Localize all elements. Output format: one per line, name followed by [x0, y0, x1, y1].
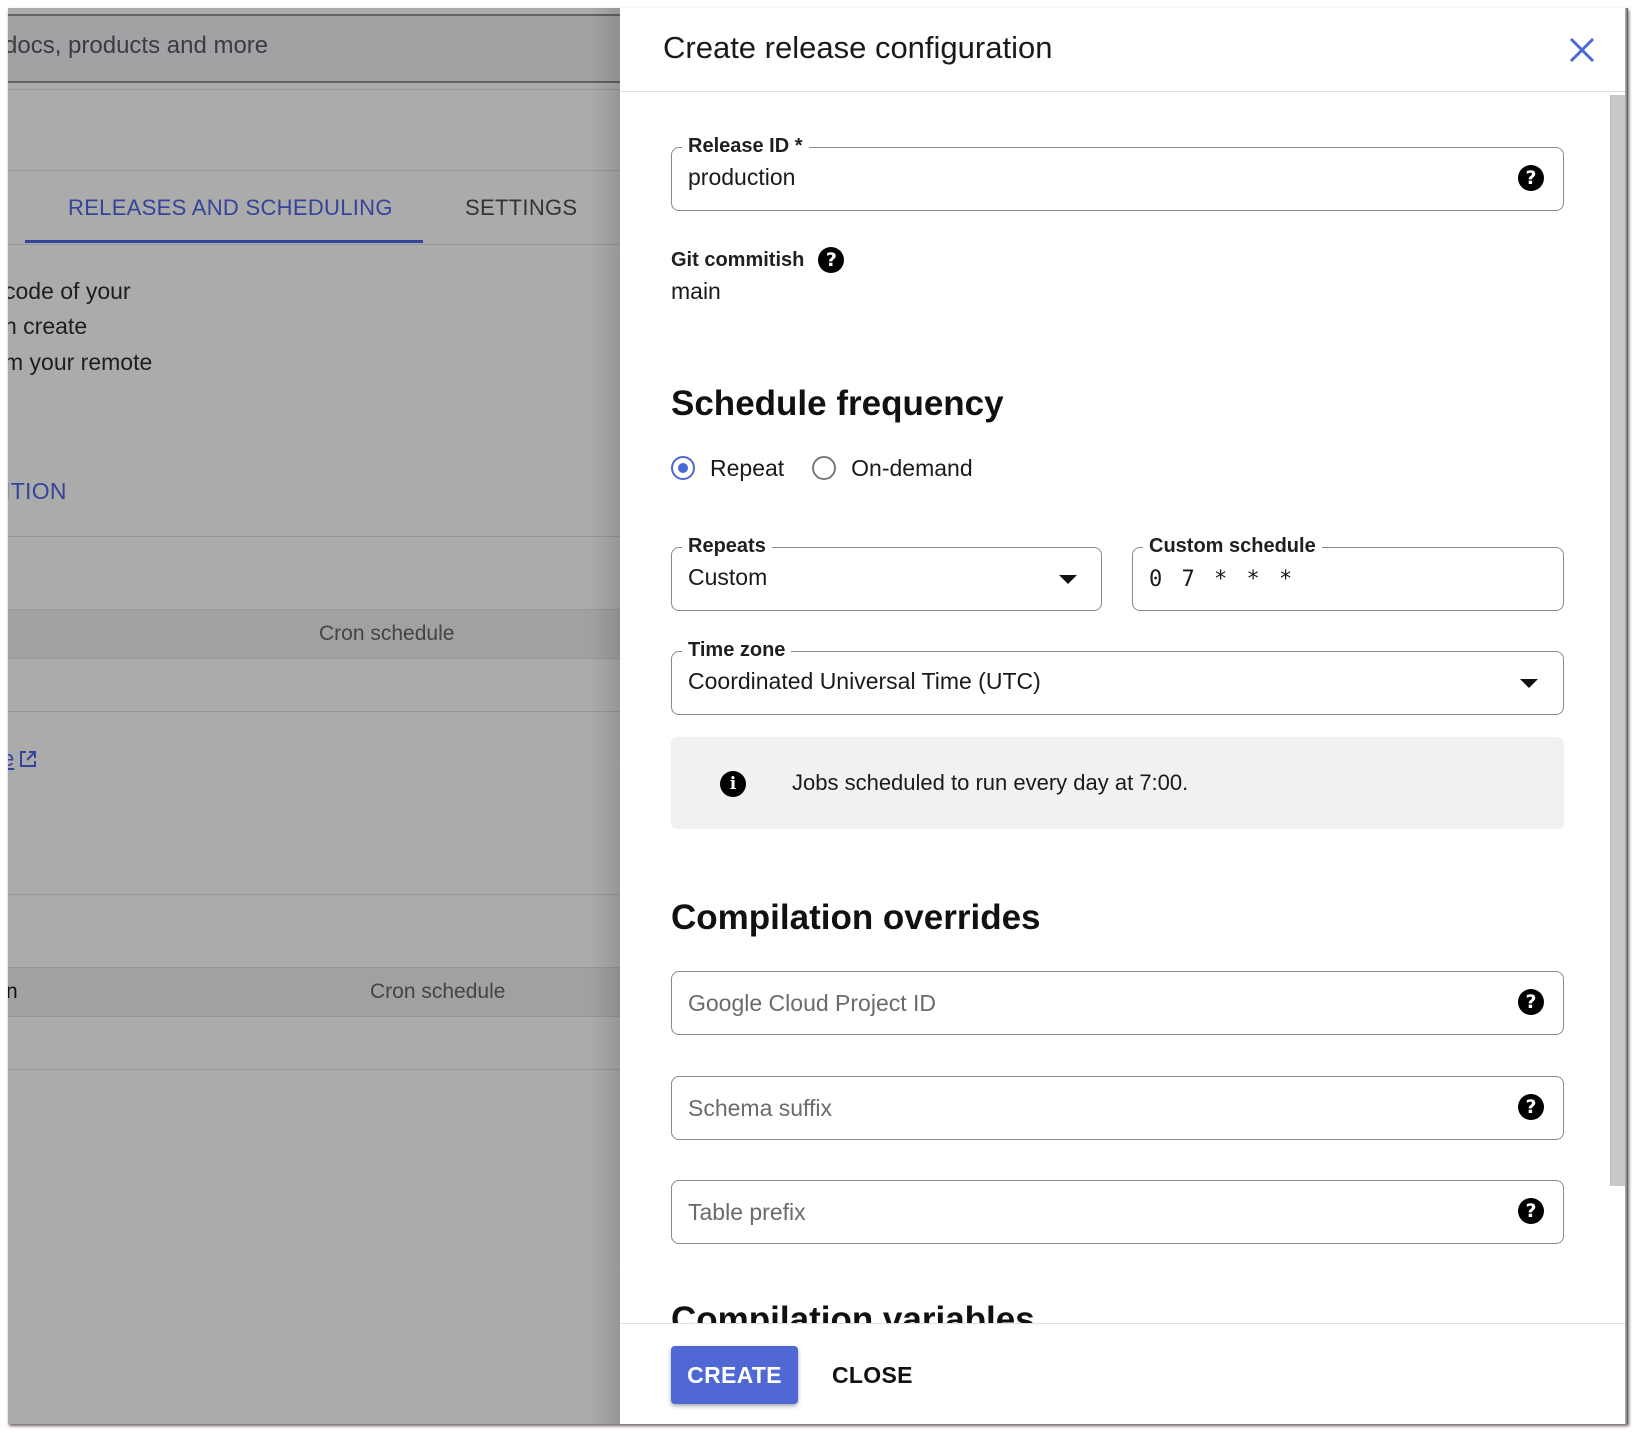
panel-header: Create release configuration: [620, 8, 1628, 92]
section-action-link[interactable]: ITION: [8, 478, 67, 505]
search-bar[interactable]: docs, products and more: [8, 14, 620, 83]
tab-releases-and-scheduling[interactable]: RELEASES AND SCHEDULING: [68, 195, 393, 221]
custom-schedule-label: Custom schedule: [1143, 535, 1322, 558]
repeats-select[interactable]: Repeats Custom: [671, 535, 1102, 611]
panel-title: Create release configuration: [663, 30, 1053, 65]
link-text[interactable]: e: [8, 746, 14, 772]
radio-repeat[interactable]: Repeat: [671, 455, 784, 482]
time-zone-value: Coordinated Universal Time (UTC): [688, 668, 1041, 694]
time-zone-label: Time zone: [682, 639, 792, 662]
description-line: n create: [8, 313, 88, 339]
dropdown-arrow-icon: [1059, 575, 1077, 584]
time-zone-select[interactable]: Time zone Coordinated Universal Time (UT…: [671, 639, 1564, 715]
schedule-frequency-radio-group: Repeat On-demand: [671, 451, 1001, 485]
schedule-info-banner: i Jobs scheduled to run every day at 7:0…: [671, 737, 1564, 829]
release-id-field[interactable]: Release ID * production ?: [671, 135, 1564, 211]
radio-on-demand[interactable]: On-demand: [812, 454, 973, 482]
tab-settings[interactable]: SETTINGS: [465, 195, 577, 221]
close-icon[interactable]: [1566, 34, 1598, 66]
panel-shadow: [590, 8, 620, 1424]
active-tab-indicator: [25, 240, 423, 243]
compilation-overrides-heading: Compilation overrides: [671, 898, 1041, 937]
help-icon[interactable]: ?: [1518, 1094, 1544, 1120]
divider: [8, 170, 620, 171]
create-release-config-panel: Create release configuration Release ID …: [620, 8, 1628, 1424]
column-header-name[interactable]: n: [8, 980, 18, 1004]
radio-selected-icon[interactable]: [671, 456, 695, 480]
divider: [8, 536, 620, 537]
placeholder: Table prefix: [688, 1199, 806, 1225]
google-cloud-project-id-input[interactable]: Google Cloud Project ID ?: [671, 971, 1564, 1035]
divider: [8, 894, 620, 895]
dropdown-arrow-icon: [1520, 679, 1538, 688]
compilation-variables-heading: Compilation variables: [671, 1300, 1035, 1323]
schedule-info-text: Jobs scheduled to run every day at 7:00.: [792, 770, 1189, 795]
divider: [8, 1069, 620, 1070]
git-commitish-label: Git commitish ?: [671, 247, 845, 273]
scroll-clip: Compilation variables: [620, 1248, 1610, 1323]
release-id-label: Release ID *: [682, 135, 809, 158]
panel-footer: CREATE CLOSE: [620, 1323, 1625, 1424]
custom-schedule-input[interactable]: Custom schedule 0 7 * * *: [1132, 535, 1564, 611]
external-link-icon: [20, 751, 37, 767]
schema-suffix-input[interactable]: Schema suffix ?: [671, 1076, 1564, 1140]
divider: [8, 711, 620, 712]
divider: [8, 89, 620, 90]
placeholder: Schema suffix: [688, 1095, 833, 1121]
tabs-divider: [8, 244, 620, 245]
schedule-frequency-heading: Schedule frequency: [671, 384, 1004, 423]
placeholder: Google Cloud Project ID: [688, 990, 937, 1016]
radio-label: Repeat: [710, 454, 785, 481]
release-id-value[interactable]: production: [688, 164, 795, 191]
close-button[interactable]: CLOSE: [816, 1346, 929, 1404]
radio-label: On-demand: [851, 454, 973, 481]
search-placeholder: docs, products and more: [8, 32, 269, 59]
description-line: m your remote: [8, 349, 153, 375]
git-commitish-label-text: Git commitish: [671, 248, 805, 271]
custom-schedule-value[interactable]: 0 7 * * *: [1149, 567, 1295, 592]
external-docs-link[interactable]: e: [8, 746, 38, 772]
table-prefix-input[interactable]: Table prefix ?: [671, 1180, 1564, 1244]
create-button[interactable]: CREATE: [671, 1346, 798, 1404]
repeats-value: Custom: [688, 564, 768, 590]
help-icon[interactable]: ?: [818, 247, 845, 273]
radio-unselected-icon[interactable]: [812, 456, 837, 480]
table-header-row: n Cron schedule: [8, 967, 620, 1017]
help-icon[interactable]: ?: [1518, 1198, 1544, 1224]
repeats-label: Repeats: [682, 535, 772, 558]
panel-edge: [1625, 8, 1628, 1424]
column-header-cron-schedule[interactable]: Cron schedule: [319, 622, 454, 646]
table-header-row: Cron schedule: [8, 609, 620, 659]
help-icon[interactable]: ?: [1518, 165, 1544, 191]
page-backdrop[interactable]: docs, products and more RELEASES AND SCH…: [8, 8, 620, 1424]
info-icon: i: [720, 771, 746, 797]
column-header-cron-schedule[interactable]: Cron schedule: [370, 980, 505, 1004]
window-frame: docs, products and more RELEASES AND SCH…: [8, 8, 1628, 1424]
git-commitish-value: main: [671, 278, 721, 304]
description-line: code of your: [8, 278, 131, 304]
help-icon[interactable]: ?: [1518, 989, 1544, 1015]
